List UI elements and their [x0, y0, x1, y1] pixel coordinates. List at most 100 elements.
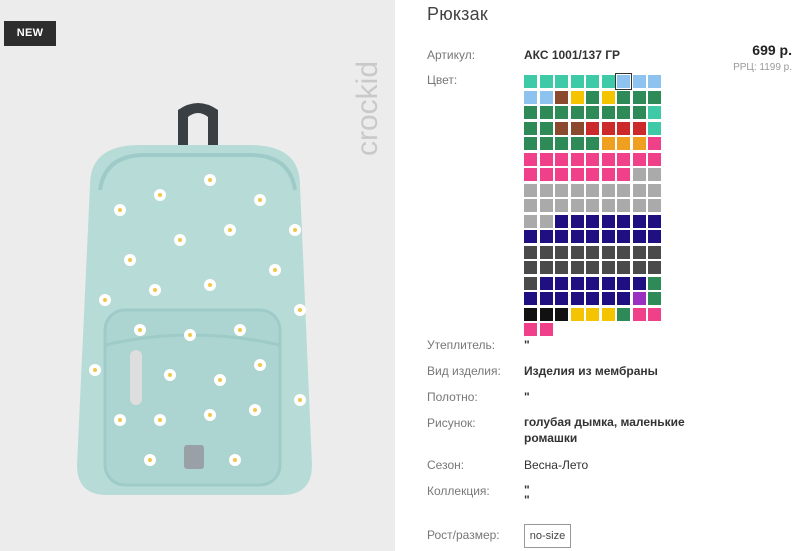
color-swatch[interactable] [555, 214, 568, 228]
color-swatch[interactable] [555, 75, 568, 88]
color-swatch[interactable] [524, 245, 537, 259]
color-swatch[interactable] [601, 75, 615, 88]
color-swatch[interactable] [524, 199, 537, 212]
color-swatch[interactable] [539, 152, 553, 166]
color-swatch[interactable] [617, 276, 630, 290]
color-swatch[interactable] [555, 183, 568, 197]
color-swatch[interactable] [601, 106, 615, 119]
color-swatch[interactable] [632, 214, 646, 228]
color-swatch[interactable] [648, 152, 661, 166]
color-swatch[interactable] [601, 276, 615, 290]
color-swatch[interactable] [539, 292, 553, 305]
color-swatch[interactable] [524, 276, 537, 290]
color-swatch[interactable] [648, 230, 661, 243]
color-swatch[interactable] [555, 276, 568, 290]
color-swatch[interactable] [570, 292, 584, 305]
color-swatch[interactable] [632, 75, 646, 88]
color-swatch[interactable] [539, 323, 553, 336]
color-swatch[interactable] [570, 199, 584, 212]
color-swatch[interactable] [570, 75, 584, 88]
color-swatch[interactable] [570, 152, 584, 166]
color-swatch[interactable] [570, 261, 584, 274]
color-swatch[interactable] [601, 292, 615, 305]
color-swatch[interactable] [524, 152, 537, 166]
color-swatch[interactable] [648, 276, 661, 290]
color-swatch[interactable] [539, 245, 553, 259]
color-swatch[interactable] [555, 168, 568, 181]
color-swatch[interactable] [617, 121, 630, 135]
color-swatch[interactable] [555, 230, 568, 243]
color-swatch[interactable] [524, 230, 537, 243]
color-swatch[interactable] [617, 245, 630, 259]
color-swatch[interactable] [570, 137, 584, 150]
color-swatch[interactable] [601, 230, 615, 243]
color-swatch[interactable] [570, 183, 584, 197]
color-swatch[interactable] [570, 276, 584, 290]
color-swatch[interactable] [648, 137, 661, 150]
color-swatch[interactable] [648, 214, 661, 228]
color-swatch[interactable] [648, 75, 661, 88]
color-swatch[interactable] [524, 261, 537, 274]
color-swatch[interactable] [586, 137, 599, 150]
color-swatch[interactable] [555, 261, 568, 274]
color-swatch[interactable] [632, 230, 646, 243]
color-swatch[interactable] [648, 106, 661, 119]
color-swatch[interactable] [570, 106, 584, 119]
color-swatch[interactable] [648, 199, 661, 212]
color-swatch[interactable] [601, 307, 615, 321]
color-swatch[interactable] [555, 152, 568, 166]
color-swatch[interactable] [586, 214, 599, 228]
color-swatch[interactable] [632, 292, 646, 305]
color-swatch[interactable] [632, 245, 646, 259]
color-swatch[interactable] [570, 90, 584, 104]
color-swatch[interactable] [539, 230, 553, 243]
color-swatch[interactable] [617, 137, 630, 150]
color-swatch[interactable] [632, 137, 646, 150]
color-swatch[interactable] [601, 199, 615, 212]
color-swatch[interactable] [632, 152, 646, 166]
color-swatch[interactable] [586, 307, 599, 321]
color-swatch[interactable] [524, 214, 537, 228]
color-swatch[interactable] [601, 121, 615, 135]
color-swatch[interactable] [539, 90, 553, 104]
color-swatch[interactable] [601, 245, 615, 259]
color-swatch[interactable] [601, 214, 615, 228]
color-swatch[interactable] [648, 292, 661, 305]
color-swatch[interactable] [555, 307, 568, 321]
color-swatch[interactable] [524, 137, 537, 150]
color-swatch[interactable] [617, 152, 630, 166]
color-swatch[interactable] [539, 183, 553, 197]
color-swatch[interactable] [648, 245, 661, 259]
color-swatch[interactable] [570, 168, 584, 181]
product-image[interactable]: NEW crockid [0, 0, 395, 551]
color-swatch[interactable] [555, 106, 568, 119]
color-swatch[interactable] [539, 199, 553, 212]
color-swatch[interactable] [617, 90, 630, 104]
color-swatch[interactable] [632, 307, 646, 321]
color-swatch[interactable] [555, 121, 568, 135]
color-swatch[interactable] [632, 121, 646, 135]
color-swatch[interactable] [586, 230, 599, 243]
color-swatch[interactable] [586, 261, 599, 274]
color-swatch[interactable] [601, 90, 615, 104]
color-swatch[interactable] [539, 307, 553, 321]
color-swatch[interactable] [570, 121, 584, 135]
color-swatch[interactable] [632, 261, 646, 274]
color-swatch[interactable] [539, 261, 553, 274]
color-swatch[interactable] [648, 121, 661, 135]
color-swatch[interactable] [617, 168, 630, 181]
color-swatch[interactable] [539, 137, 553, 150]
color-swatch[interactable] [586, 276, 599, 290]
color-swatch[interactable] [586, 245, 599, 259]
color-swatch[interactable] [570, 214, 584, 228]
color-swatch[interactable] [524, 292, 537, 305]
color-swatch[interactable] [617, 199, 630, 212]
color-swatch[interactable] [648, 183, 661, 197]
color-swatch[interactable] [524, 106, 537, 119]
color-swatch[interactable] [586, 183, 599, 197]
color-swatch[interactable] [632, 199, 646, 212]
color-swatch[interactable] [601, 183, 615, 197]
color-swatch[interactable] [524, 121, 537, 135]
color-swatch[interactable] [648, 168, 661, 181]
color-swatch[interactable] [632, 183, 646, 197]
